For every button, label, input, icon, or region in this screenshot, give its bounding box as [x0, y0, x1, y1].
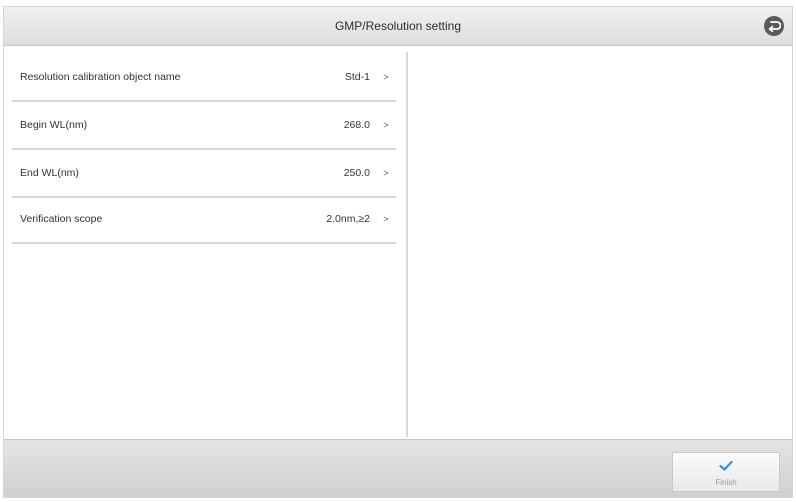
setting-label: Verification scope [20, 213, 103, 225]
finish-button[interactable]: Finish [672, 452, 780, 492]
app-window: GMP/Resolution setting Resolution calibr… [3, 6, 793, 498]
setting-value: 268.0 [343, 119, 370, 131]
setting-row-end-wl[interactable]: End WL(nm) 250.0 > [12, 150, 396, 198]
settings-panel: Resolution calibration object name Std-1… [4, 46, 406, 442]
chevron-right-icon: > [383, 72, 389, 82]
setting-value: 250.0 [343, 167, 370, 179]
setting-row-calibration-object[interactable]: Resolution calibration object name Std-1… [12, 54, 396, 102]
setting-label: Begin WL(nm) [20, 119, 88, 131]
setting-row-begin-wl[interactable]: Begin WL(nm) 268.0 > [12, 102, 396, 150]
chevron-right-icon: > [383, 168, 389, 178]
setting-label: End WL(nm) [20, 167, 79, 179]
setting-value: 2.0nm,≥2 [326, 213, 370, 225]
setting-row-verification-scope[interactable]: Verification scope 2.0nm,≥2 > [12, 196, 396, 244]
chevron-right-icon: > [383, 214, 389, 224]
page-title: GMP/Resolution setting [334, 19, 462, 33]
setting-label: Resolution calibration object name [20, 71, 181, 83]
back-icon [768, 21, 781, 32]
setting-value: Std-1 [344, 71, 370, 83]
finish-label: Finish [715, 478, 737, 487]
detail-panel [408, 46, 792, 442]
footer-bar: Finish [4, 439, 792, 497]
back-button[interactable] [764, 16, 784, 36]
chevron-right-icon: > [383, 120, 389, 130]
title-bar: GMP/Resolution setting [4, 7, 792, 46]
checkmark-icon [719, 460, 733, 471]
